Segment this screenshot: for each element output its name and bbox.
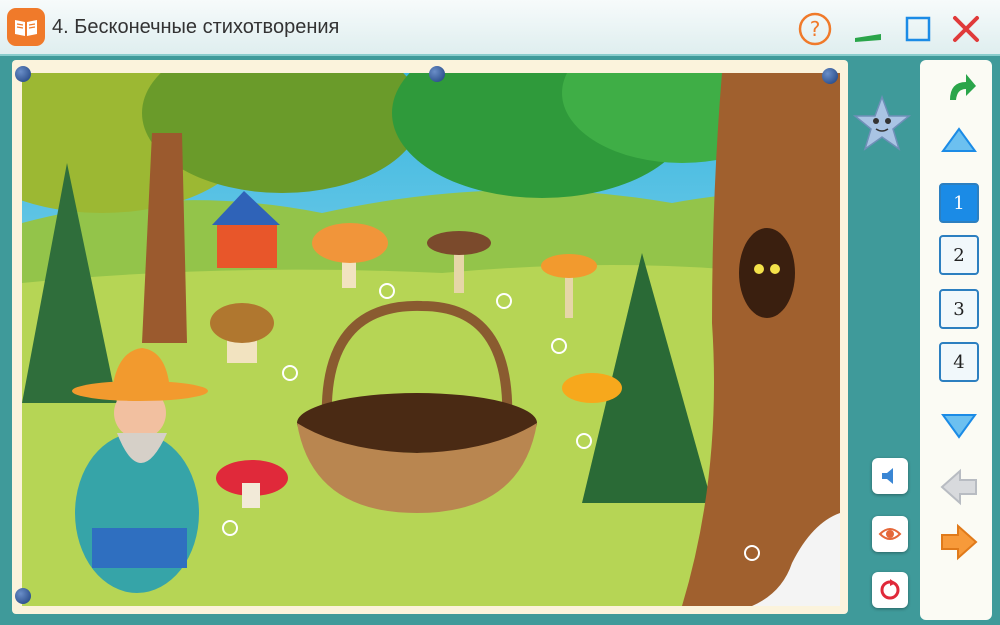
next-button[interactable] <box>938 523 980 566</box>
sound-button[interactable] <box>872 458 908 494</box>
maximize-icon <box>905 16 931 42</box>
forest-scene <box>22 73 840 606</box>
scroll-up-button[interactable] <box>941 126 977 159</box>
scene-frame <box>12 60 848 614</box>
minimize-button[interactable] <box>850 11 886 47</box>
pin-icon <box>429 66 445 82</box>
svg-text:?: ? <box>810 17 821 41</box>
scroll-down-icon <box>941 414 977 439</box>
scroll-up-icon <box>941 127 977 152</box>
back-button[interactable] <box>940 68 978 111</box>
page-button-2[interactable]: 2 <box>939 235 979 275</box>
help-button[interactable]: ? <box>797 11 833 47</box>
scroll-down-button[interactable] <box>941 412 977 445</box>
next-arrow-icon <box>941 523 978 561</box>
previous-button[interactable] <box>938 468 980 511</box>
close-icon <box>953 16 979 42</box>
close-button[interactable] <box>948 11 984 47</box>
page-button-3[interactable]: 3 <box>939 289 979 329</box>
book-icon <box>7 8 45 46</box>
reload-icon <box>880 579 900 600</box>
sound-icon <box>882 468 893 484</box>
pin-icon <box>822 68 838 84</box>
show-button[interactable] <box>872 516 908 552</box>
question-icon: ? <box>798 12 832 46</box>
back-arrow-icon <box>950 74 976 100</box>
window-title: 4. Бесконечные стихотворения <box>52 16 340 38</box>
reload-button[interactable] <box>872 572 908 608</box>
star-mascot-icon[interactable] <box>852 94 912 159</box>
minimize-icon <box>855 34 881 42</box>
previous-arrow-icon <box>940 468 977 506</box>
pin-icon <box>15 588 31 604</box>
title-bar: 4. Бесконечные стихотворения ? <box>0 0 1000 56</box>
page-button-1[interactable]: 1 <box>939 183 979 223</box>
maximize-button[interactable] <box>900 11 936 47</box>
page-button-4[interactable]: 4 <box>939 342 979 382</box>
pin-icon <box>15 66 31 82</box>
eye-icon <box>878 528 902 540</box>
